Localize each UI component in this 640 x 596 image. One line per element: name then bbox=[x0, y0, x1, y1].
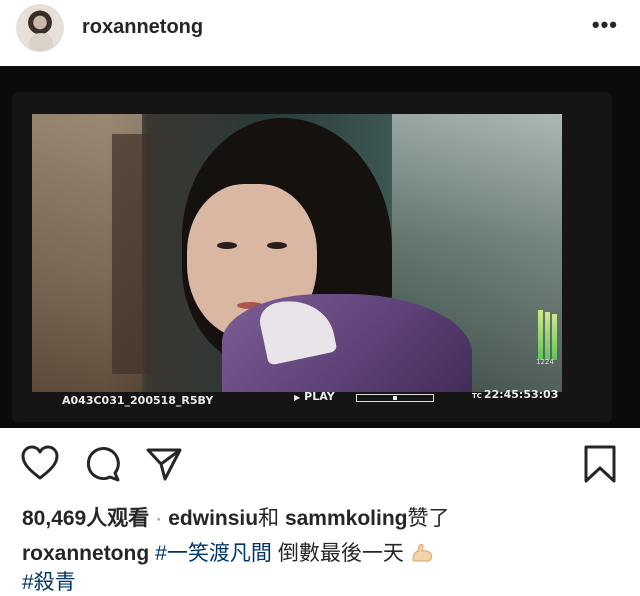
audio-meters bbox=[536, 302, 562, 360]
audio-meter bbox=[545, 312, 550, 360]
monitor-screen-image bbox=[32, 114, 562, 392]
scene-pillar bbox=[112, 134, 152, 374]
hashtag-link[interactable]: #殺青 bbox=[22, 571, 76, 594]
play-label: PLAY bbox=[304, 390, 335, 403]
caption-username[interactable]: roxannetong bbox=[22, 542, 149, 565]
flexed-biceps-icon bbox=[410, 543, 434, 563]
caption: roxannetong #一笑渡凡間 倒數最後一天 bbox=[22, 537, 434, 565]
timeline-marker bbox=[393, 396, 397, 400]
bookmark-icon[interactable] bbox=[580, 444, 620, 484]
comment-icon[interactable] bbox=[82, 444, 122, 484]
timecode-value: 22:45:53:03 bbox=[483, 388, 559, 401]
heart-icon[interactable] bbox=[20, 444, 60, 484]
monitor-hud: A043C031_200518_R5BY ▶ PLAY TC 22:45:53:03 bbox=[32, 388, 562, 414]
clip-name: A043C031_200518_R5BY bbox=[62, 394, 214, 407]
liker-username[interactable]: sammkoling bbox=[285, 507, 408, 530]
post-username[interactable]: roxannetong bbox=[82, 16, 203, 39]
play-status: ▶ PLAY bbox=[294, 390, 335, 403]
audio-meter bbox=[538, 310, 543, 360]
left-eye bbox=[217, 242, 237, 249]
and-text: 和 bbox=[258, 507, 280, 530]
view-count[interactable]: 80,469 bbox=[22, 507, 86, 530]
post-actions bbox=[0, 444, 640, 488]
timecode-prefix: TC bbox=[472, 392, 482, 400]
hashtag-link[interactable]: #一笑渡凡間 bbox=[155, 542, 272, 565]
view-count-suffix: 人观看 bbox=[86, 507, 150, 530]
more-options-icon[interactable]: ••• bbox=[592, 14, 618, 36]
post-header: roxannetong ••• bbox=[0, 0, 640, 62]
separator: · bbox=[155, 507, 163, 530]
liked-text: 赞了 bbox=[407, 507, 450, 530]
likes-summary: 80,469人观看 · edwinsiu和 sammkoling赞了 bbox=[22, 502, 449, 532]
liker-username[interactable]: edwinsiu bbox=[168, 507, 258, 530]
post-photo[interactable]: 1224 A043C031_200518_R5BY ▶ PLAY TC 22:45:… bbox=[0, 66, 640, 428]
caption-text: 倒數最後一天 bbox=[277, 542, 404, 565]
timeline-bar bbox=[356, 394, 434, 402]
timecode: TC 22:45:53:03 bbox=[472, 388, 558, 401]
play-icon: ▶ bbox=[294, 393, 301, 402]
right-eye bbox=[267, 242, 287, 249]
audio-meter bbox=[552, 314, 557, 360]
audio-meter-label: 1224 bbox=[536, 358, 554, 366]
avatar[interactable] bbox=[16, 4, 64, 52]
caption-hashtags: #殺青 bbox=[22, 566, 76, 594]
paper-plane-icon[interactable] bbox=[144, 444, 184, 484]
